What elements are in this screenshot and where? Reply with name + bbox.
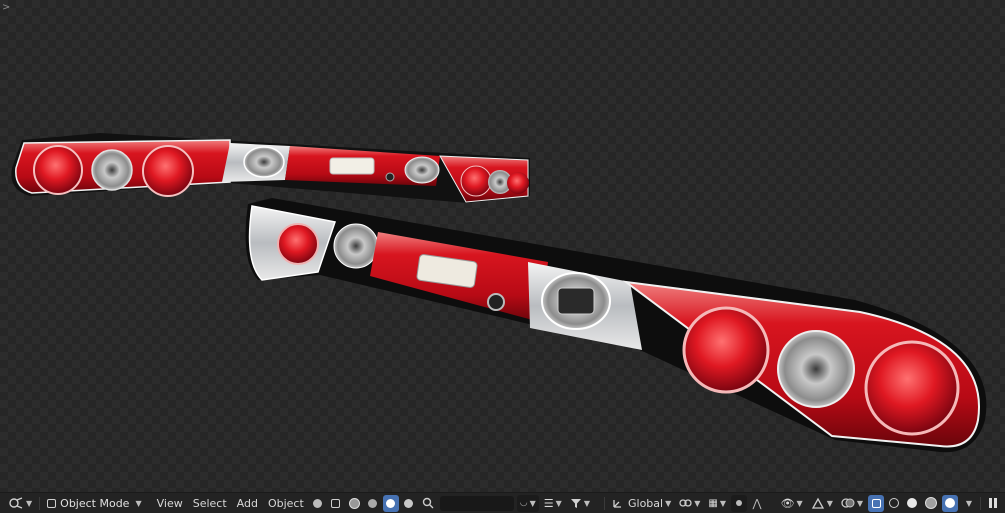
eye-icon: 👁	[780, 496, 795, 510]
snap-dropdown[interactable]: ▦ ▼	[705, 495, 729, 512]
solid-sphere-icon	[907, 498, 917, 508]
grid-snap-icon: ▦	[708, 497, 718, 509]
pivot-dropdown[interactable]: ▼	[676, 495, 703, 512]
render-icon	[368, 498, 378, 508]
world-icon	[404, 498, 414, 508]
falloff-curve-icon: ⋀	[752, 496, 762, 510]
pause-icon	[989, 498, 997, 508]
render-toggle[interactable]	[365, 495, 381, 512]
menu-view[interactable]: View	[152, 497, 188, 510]
mode-selector[interactable]: Object Mode ▼	[43, 495, 145, 512]
shading-rendered[interactable]	[942, 494, 958, 512]
shading-solid-toggle[interactable]	[310, 495, 326, 512]
editor-type-button[interactable]: ▼	[5, 495, 35, 512]
menu-object[interactable]: Object	[263, 497, 309, 510]
gizmo-icon	[811, 497, 824, 509]
search-button[interactable]	[419, 495, 437, 512]
shading-solid[interactable]	[904, 495, 920, 512]
search-input[interactable]	[439, 495, 514, 511]
chevron-down-icon: ▼	[665, 498, 672, 508]
divider	[980, 496, 981, 510]
list-icon: ☰	[543, 496, 554, 510]
axes-icon	[613, 500, 621, 508]
chevron-down-icon: ▼	[719, 498, 726, 508]
overlay-toggle[interactable]: ▼	[838, 495, 866, 512]
visibility-dropdown[interactable]: 👁 ▼	[778, 495, 806, 512]
material-toggle[interactable]	[346, 495, 363, 512]
wireframe-sphere-icon	[889, 498, 899, 508]
wireframe-toggle[interactable]	[328, 495, 344, 512]
object-mode-icon	[47, 498, 57, 508]
link-icon	[679, 499, 692, 507]
material-sphere-icon	[925, 497, 937, 509]
globe-icon	[386, 498, 396, 508]
overlay-icon	[841, 498, 855, 508]
chevron-down-icon: ▼	[694, 498, 701, 508]
chevron-down-icon: ▼	[856, 498, 863, 508]
chevron-down-icon: ▼	[583, 498, 590, 508]
transform-orientation-dropdown[interactable]: Global ▼	[609, 495, 674, 512]
box-icon	[331, 498, 341, 508]
viewport-editor-icon	[9, 497, 23, 509]
funnel-icon	[570, 498, 581, 508]
chevron-down-icon: ▼	[826, 498, 833, 508]
3d-viewport[interactable]: >	[0, 0, 1005, 492]
pause-render-button[interactable]	[985, 495, 1001, 512]
proportional-dot-icon	[736, 500, 742, 506]
filter-button[interactable]: ▼	[567, 495, 593, 512]
chevron-down-icon: ▼	[965, 498, 973, 508]
shading-material[interactable]	[922, 495, 940, 512]
shading-options-dropdown[interactable]: ▼	[960, 495, 976, 512]
search-icon	[422, 497, 434, 509]
filter-dropdown[interactable]: ◡ ▼	[516, 494, 539, 512]
layout-dropdown[interactable]: ☰ ▼	[541, 495, 565, 512]
sphere-icon	[313, 498, 323, 508]
chevron-down-icon: ▼	[26, 498, 33, 508]
scene-render	[11, 133, 987, 453]
orientation-label: Global	[627, 496, 664, 510]
divider	[39, 496, 41, 510]
tail-light-assembly-near	[245, 198, 987, 453]
menu-select[interactable]: Select	[188, 497, 232, 510]
mode-label: Object Mode	[60, 496, 130, 510]
chevron-down-icon: ▼	[555, 498, 562, 508]
chevron-down-icon: ▼	[796, 498, 803, 508]
chevron-down-icon: ▼	[529, 498, 536, 508]
divider	[603, 496, 605, 510]
falloff-dropdown[interactable]: ⋀	[749, 495, 765, 512]
xray-icon	[871, 498, 881, 508]
menu-add[interactable]: Add	[232, 497, 263, 510]
viewport-shading-other[interactable]	[401, 495, 417, 512]
viewport-header: ▼ Object Mode ▼ View Select Add Object ◡…	[0, 492, 1005, 513]
material-icon	[348, 497, 360, 509]
shading-wireframe[interactable]	[886, 495, 902, 512]
filter-shape-icon: ◡	[519, 498, 528, 508]
proportional-edit-toggle[interactable]	[731, 494, 747, 512]
gizmo-toggle[interactable]: ▼	[808, 495, 836, 512]
viewport-shading-active[interactable]	[382, 494, 399, 512]
chevron-down-icon: ▼	[135, 498, 142, 508]
xray-toggle[interactable]	[868, 494, 884, 512]
tail-light-assembly-far	[11, 133, 530, 203]
rendered-sphere-icon	[945, 498, 955, 508]
